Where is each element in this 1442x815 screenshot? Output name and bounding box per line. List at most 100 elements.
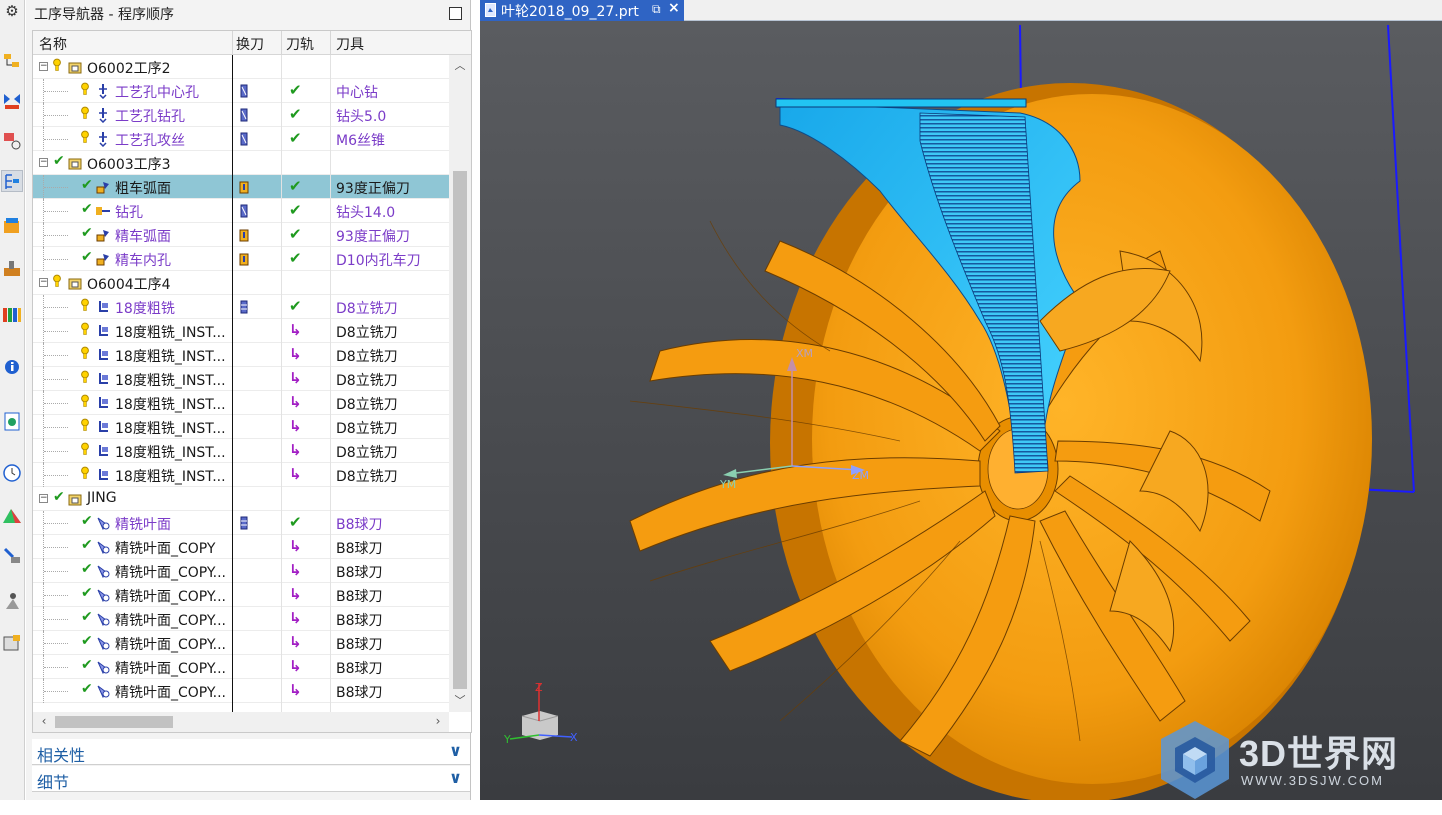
status-regenerate-icon (81, 394, 89, 408)
close-icon[interactable]: × (668, 0, 680, 16)
operation-name: 18度粗铣_INST... (115, 445, 226, 461)
operation-name: 工艺孔钻孔 (115, 109, 185, 125)
status-regenerate-icon (81, 322, 89, 336)
roles-icon[interactable] (1, 590, 23, 612)
machine-navigator-icon[interactable] (1, 215, 23, 237)
program-group-row[interactable]: − ✔ O6003工序3 (33, 151, 449, 175)
tool-name: 钻头14.0 (336, 205, 396, 221)
operation-row[interactable]: 18度粗铣_INST... ↳ D8立铣刀 (33, 319, 449, 343)
operation-row[interactable]: ✔ 精铣叶面_COPY... ↳ B8球刀 (33, 631, 449, 655)
scroll-down-icon[interactable]: ﹀ (449, 692, 471, 710)
operation-row[interactable]: ✔ 精铣叶面_COPY... ↳ B8球刀 (33, 655, 449, 679)
tree-connector (44, 355, 68, 356)
operation-row[interactable]: 工艺孔攻丝 ✔ M6丝锥 (33, 127, 449, 151)
tool-name: B8球刀 (336, 637, 383, 653)
operation-row[interactable]: 18度粗铣_INST... ↳ D8立铣刀 (33, 415, 449, 439)
operation-name: 精铣叶面 (115, 517, 171, 533)
operation-row[interactable]: ✔ 精铣叶面_COPY... ↳ B8球刀 (33, 607, 449, 631)
system-scenes-icon[interactable] (1, 632, 23, 654)
operation-name: O6004工序4 (87, 277, 171, 293)
history-clock-icon[interactable] (1, 462, 23, 484)
scroll-left-icon[interactable]: ‹ (36, 714, 52, 728)
status-complete-icon: ✔ (81, 585, 93, 601)
wcs-y-label: YM (719, 478, 736, 491)
operation-row[interactable]: ✔ 精铣叶面_COPY... ↳ B8球刀 (33, 559, 449, 583)
file-tab[interactable]: 叶轮2018_09_27.prt ⧉ × (480, 0, 684, 21)
program-group-row[interactable]: − ✔ JING (33, 487, 449, 511)
vertical-scrollbar[interactable]: ︿ ﹀ (449, 55, 471, 712)
toolpath-reference-icon: ↳ (289, 393, 302, 411)
scroll-right-icon[interactable]: › (430, 714, 446, 728)
column-header-tool[interactable]: 刀具 (336, 34, 364, 54)
mill-operation-icon (95, 419, 111, 435)
palette-icon[interactable] (1, 505, 23, 527)
operation-row[interactable]: ✔ 精铣叶面_COPY... ↳ B8球刀 (33, 583, 449, 607)
maximize-panel-icon[interactable] (449, 7, 462, 20)
status-complete-icon: ✔ (81, 249, 93, 265)
operation-row[interactable]: ✔ 精车弧面 ✔ 93度正偏刀 (33, 223, 449, 247)
column-divider (330, 55, 331, 712)
operation-row[interactable]: ✔ 精铣叶面 ✔ B8球刀 (33, 511, 449, 535)
collapse-toggle-icon[interactable]: − (39, 62, 48, 71)
horizontal-scrollbar[interactable]: ‹ › (33, 712, 449, 732)
turn-tool-icon (238, 179, 250, 195)
toolpath-generated-icon: ✔ (289, 177, 302, 195)
tree-connector (44, 403, 68, 404)
part-navigator-icon[interactable] (1, 130, 23, 152)
tree-connector (44, 307, 68, 308)
operation-row[interactable]: ✔ 钻孔 ✔ 钻头14.0 (33, 199, 449, 223)
settings-gear-icon[interactable]: ⚙ (0, 0, 24, 24)
operation-name: O6003工序3 (87, 157, 171, 173)
turn-tool-icon (238, 251, 250, 267)
tree-connector (44, 667, 68, 668)
tree-connector (44, 211, 68, 212)
status-regenerate-icon (53, 274, 61, 288)
program-group-row[interactable]: − O6002工序2 (33, 55, 449, 79)
operation-row[interactable]: ✔ 粗车弧面 ✔ 93度正偏刀 (33, 175, 449, 199)
column-header-name[interactable]: 名称 (39, 34, 67, 54)
information-icon[interactable] (1, 355, 23, 377)
constraint-navigator-icon[interactable] (1, 90, 23, 112)
finish-operation-icon (95, 587, 111, 603)
process-studio-icon[interactable] (1, 545, 23, 567)
operation-row[interactable]: 工艺孔中心孔 ✔ 中心钻 (33, 79, 449, 103)
operation-row[interactable]: 工艺孔钻孔 ✔ 钻头5.0 (33, 103, 449, 127)
3d-viewport[interactable]: XM YM ZM Z Y X (480, 21, 1442, 800)
operation-name: 精车弧面 (115, 229, 171, 245)
chevron-down-icon[interactable]: ∨ (449, 768, 462, 787)
operation-row[interactable]: 18度粗铣_INST... ↳ D8立铣刀 (33, 343, 449, 367)
operation-row[interactable]: 18度粗铣_INST... ↳ D8立铣刀 (33, 367, 449, 391)
mill-tool-icon (238, 299, 250, 315)
program-group-row[interactable]: − O6004工序4 (33, 271, 449, 295)
machine-tool-icon[interactable] (1, 258, 23, 280)
operation-row[interactable]: 18度粗铣_INST... ↳ D8立铣刀 (33, 463, 449, 487)
finish-operation-icon (95, 539, 111, 555)
details-section[interactable]: 细节 ∨ (32, 766, 470, 792)
float-window-icon[interactable]: ⧉ (652, 2, 661, 17)
column-header-change-tool[interactable]: 换刀 (236, 34, 264, 54)
operation-row[interactable]: 18度粗铣_INST... ↳ D8立铣刀 (33, 391, 449, 415)
tool-name: 93度正偏刀 (336, 181, 410, 197)
operation-row[interactable]: ✔ 精铣叶面_COPY ↳ B8球刀 (33, 535, 449, 559)
operation-row[interactable]: 18度粗铣_INST... ↳ D8立铣刀 (33, 439, 449, 463)
reuse-library-icon[interactable] (1, 303, 23, 325)
collapse-toggle-icon[interactable]: − (39, 494, 48, 503)
scrollbar-thumb[interactable] (453, 171, 467, 689)
column-header-toolpath[interactable]: 刀轨 (286, 34, 314, 54)
tool-name: B8球刀 (336, 541, 383, 557)
details-label: 细节 (37, 773, 70, 792)
scrollbar-thumb[interactable] (55, 716, 173, 728)
dependencies-section[interactable]: 相关性 ∨ (32, 739, 470, 765)
scroll-up-icon[interactable]: ︿ (449, 57, 471, 75)
collapse-toggle-icon[interactable]: − (39, 278, 48, 287)
web-browser-icon[interactable] (1, 410, 23, 432)
operation-row[interactable]: 18度粗铣 ✔ D8立铣刀 (33, 295, 449, 319)
chevron-down-icon[interactable]: ∨ (449, 741, 462, 760)
operation-navigator-icon[interactable] (1, 170, 23, 192)
operation-row[interactable]: ✔ 精铣叶面_COPY... ↳ B8球刀 (33, 679, 449, 703)
operation-row[interactable]: ✔ 精车内孔 ✔ D10内孔车刀 (33, 247, 449, 271)
collapse-toggle-icon[interactable]: − (39, 158, 48, 167)
toolpath-generated-icon: ✔ (289, 513, 302, 531)
tool-name: D8立铣刀 (336, 445, 398, 461)
assembly-navigator-icon[interactable] (1, 50, 23, 72)
